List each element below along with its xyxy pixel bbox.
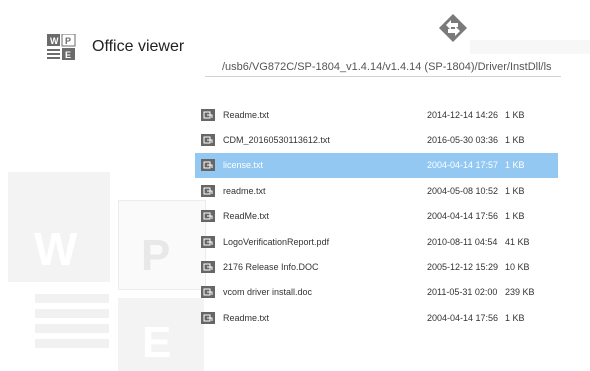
file-row[interactable]: readme.txt 2004-05-08 10:52 1 KB [195,178,558,203]
file-size: 1 KB [505,135,525,146]
file-icon [201,235,215,248]
file-size: 1 KB [505,211,525,222]
file-row[interactable]: 2176 Release Info.DOC 2005-12-12 15:29 10 … [195,254,558,279]
file-row[interactable]: vcom driver install.doc 2011-05-31 02:00 2… [195,280,558,305]
file-name: readme.txt [223,185,266,196]
file-icon [201,108,215,121]
file-date: 2016-05-30 03:36 [427,135,499,146]
file-size: 1 KB [505,185,525,196]
navigation-icon[interactable] [438,13,468,43]
file-size: 10 KB [505,262,530,273]
file-name: vcom driver install.doc [223,287,313,298]
file-name: 2176 Release Info.DOC [223,262,319,273]
file-date: 2004-04-14 17:57 [427,160,499,171]
file-size: 1 KB [505,109,525,120]
file-size: 1 KB [505,160,525,171]
watermark-e-letter: E [142,318,172,367]
file-size: 239 KB [505,287,535,298]
file-size: 41 KB [505,236,530,247]
file-date: 2010-08-11 04:54 [427,236,498,247]
file-row[interactable]: LogoVerificationReport.pdf 2010-08-11 04:… [195,229,558,254]
file-name: Readme.txt [223,312,270,323]
file-size: 1 KB [505,312,525,323]
app-title: Office viewer [92,38,185,55]
file-row[interactable]: license.txt 2004-04-14 17:57 1 KB [195,152,558,179]
header-divider [205,76,561,77]
file-icon [201,134,215,147]
file-list: Readme.txt 2014-12-14 14:26 1 KB CDM_201605… [195,102,558,331]
svg-text:E: E [65,50,71,60]
file-date: 2005-12-12 15:29 [427,262,499,273]
file-date: 2004-05-08 10:52 [427,185,499,196]
current-path: /usb6/VG872C/SP-1804_v1.4.14/v1.4.14 (SP… [222,61,552,73]
file-icon [201,159,215,172]
file-name: license.txt [223,160,264,171]
file-date: 2011-05-31 02:00 [427,287,498,298]
file-row[interactable]: Readme.txt 2014-12-14 14:26 1 KB [195,102,558,127]
file-icon [201,311,215,324]
office-viewer-logo-icon: W P E [47,34,76,60]
file-icon [201,184,215,197]
file-date: 2004-04-14 17:56 [427,312,499,323]
file-row[interactable]: CDM_20160530113612.txt 2016-05-30 03:36 1 … [195,127,558,152]
watermark-w-letter: W [34,223,78,275]
file-icon [201,286,215,299]
file-row[interactable]: Readme.txt 2004-04-14 17:56 1 KB [195,305,558,330]
watermark-w-tile: W [8,172,110,282]
file-name: Readme.txt [223,109,270,120]
background-bar [470,40,590,54]
svg-text:W: W [50,36,59,46]
watermark-lines [35,294,109,354]
file-date: 2014-12-14 14:26 [427,109,499,120]
file-icon [201,210,215,223]
file-name: LogoVerificationReport.pdf [223,236,330,247]
file-icon [201,261,215,274]
watermark-e-tile: E [118,298,204,371]
svg-text:P: P [65,36,71,46]
file-date: 2004-04-14 17:56 [427,211,499,222]
file-name: ReadMe.txt [223,211,270,222]
watermark-p-tile: P [118,200,206,290]
file-name: CDM_20160530113612.txt [223,135,330,146]
watermark-p-letter: P [141,231,171,280]
file-row[interactable]: ReadMe.txt 2004-04-14 17:56 1 KB [195,204,558,229]
